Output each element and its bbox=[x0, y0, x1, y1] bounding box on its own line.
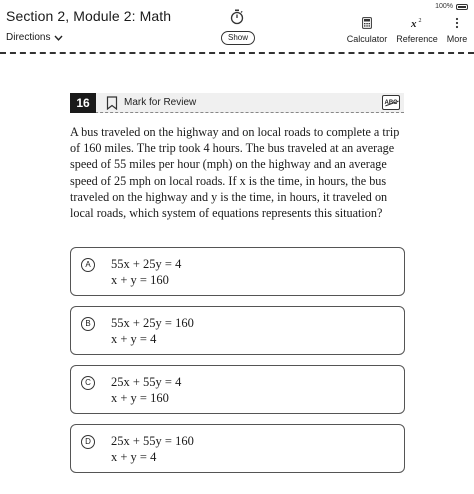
answer-choice-b[interactable]: B 55x + 25y = 160 x + y = 4 bbox=[70, 306, 405, 355]
calculator-label: Calculator bbox=[346, 34, 388, 44]
answer-choice-a[interactable]: A 55x + 25y = 4 x + y = 160 bbox=[70, 247, 405, 296]
directions-toggle[interactable]: Directions bbox=[6, 32, 63, 43]
more-label: More bbox=[446, 34, 468, 44]
svg-text:x: x bbox=[410, 18, 417, 29]
battery-label: 100% bbox=[435, 3, 453, 10]
choice-b-equation-1: 55x + 25y = 160 bbox=[111, 316, 194, 330]
answer-eliminator-icon[interactable]: ABC bbox=[382, 95, 400, 110]
svg-text:2: 2 bbox=[419, 18, 422, 24]
question-number: 16 bbox=[70, 93, 96, 113]
choice-a-equation-2: x + y = 160 bbox=[111, 273, 169, 287]
choice-letter-c: C bbox=[81, 376, 95, 390]
choice-letter-d: D bbox=[81, 435, 95, 449]
directions-label: Directions bbox=[6, 32, 51, 43]
choice-letter-a: A bbox=[81, 258, 95, 272]
calculator-icon bbox=[344, 16, 390, 30]
bookmark-icon[interactable] bbox=[106, 96, 118, 110]
calculator-button[interactable]: Calculator bbox=[344, 16, 390, 44]
question-text: A bus traveled on the highway and on loc… bbox=[70, 125, 400, 221]
answer-choice-d[interactable]: D 25x + 55y = 160 x + y = 4 bbox=[70, 424, 405, 473]
page-title: Section 2, Module 2: Math bbox=[6, 8, 172, 24]
show-timer-button[interactable]: Show bbox=[221, 31, 255, 45]
answer-choice-c[interactable]: C 25x + 55y = 4 x + y = 160 bbox=[70, 365, 405, 414]
reference-button[interactable]: x 2 Reference bbox=[396, 16, 438, 44]
choice-letter-b: B bbox=[81, 317, 95, 331]
choice-c-equation-1: 25x + 55y = 4 bbox=[111, 375, 182, 389]
reference-label: Reference bbox=[396, 34, 438, 44]
reference-icon: x 2 bbox=[396, 16, 438, 30]
mark-for-review-label[interactable]: Mark for Review bbox=[124, 97, 196, 108]
choice-a-equation-1: 55x + 25y = 4 bbox=[111, 257, 182, 271]
choice-d-equation-1: 25x + 55y = 160 bbox=[111, 434, 194, 448]
battery-status: 100% bbox=[435, 3, 468, 10]
question-header-bar: 16 Mark for Review ABC bbox=[70, 93, 404, 113]
header-divider bbox=[0, 52, 474, 54]
choice-b-equation-2: x + y = 4 bbox=[111, 332, 157, 346]
choice-c-equation-2: x + y = 160 bbox=[111, 391, 169, 405]
chevron-down-icon bbox=[54, 35, 63, 41]
timer-icon[interactable] bbox=[230, 9, 244, 25]
more-button[interactable]: More bbox=[443, 16, 471, 44]
choice-d-equation-2: x + y = 4 bbox=[111, 450, 157, 464]
battery-icon bbox=[456, 3, 468, 10]
more-icon bbox=[443, 16, 471, 30]
